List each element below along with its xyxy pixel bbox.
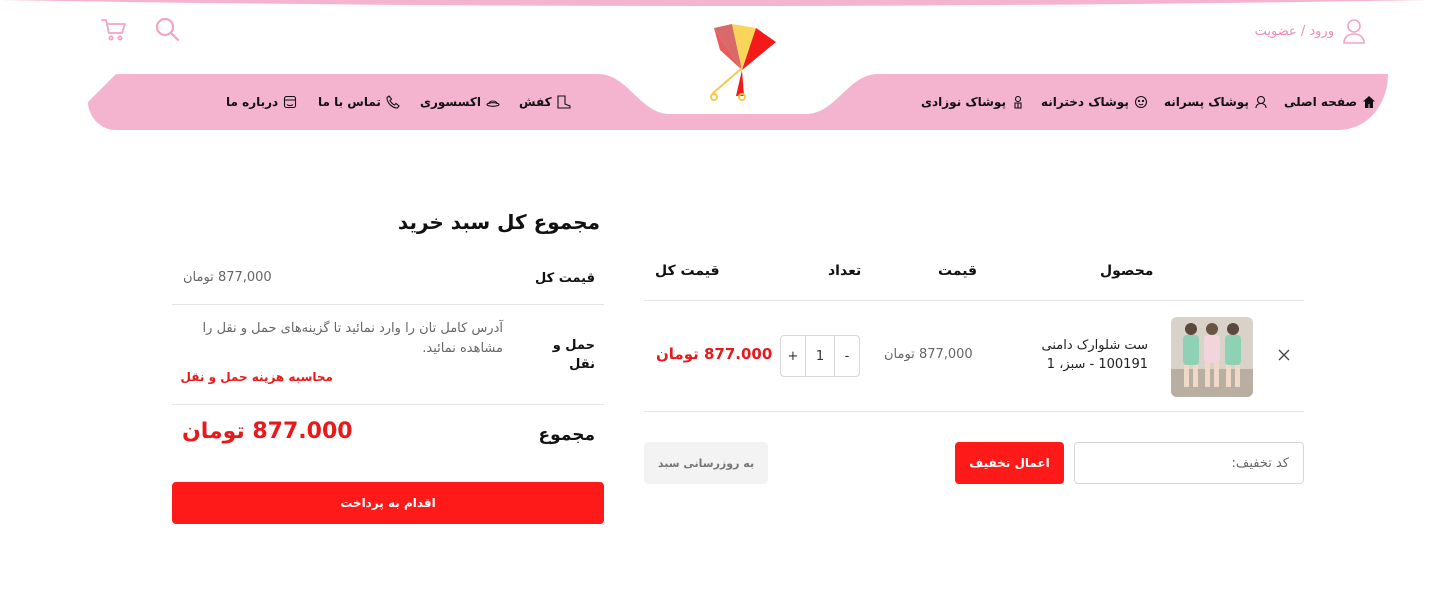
login-register-link[interactable]: ورود / عضویت (1255, 18, 1366, 44)
qty-plus-button[interactable]: + (781, 336, 805, 376)
nav-item-accessories[interactable]: اکسسوری (420, 92, 500, 112)
update-cart-button[interactable]: به روزرسانی سبد (644, 442, 768, 484)
nav-item-girls[interactable]: پوشاک دخترانه (1041, 92, 1148, 112)
divider (172, 404, 604, 405)
nav-item-label: صفحه اصلی (1284, 95, 1358, 109)
store-icon (284, 95, 297, 109)
product-name-link[interactable]: ست شلوارک دامنی 100191 - سبز، 1 (1018, 336, 1148, 374)
divider (172, 304, 604, 305)
nav-item-about[interactable]: درباره ما (226, 92, 297, 112)
nav-item-baby[interactable]: پوشاک نوزادی (921, 92, 1025, 112)
cart-icon[interactable] (100, 16, 128, 44)
coupon-input[interactable] (1074, 442, 1304, 484)
grand-total-value: 877.000 تومان (182, 419, 353, 444)
phone-icon (386, 95, 400, 109)
user-icon (1343, 19, 1365, 44)
calculate-shipping-link[interactable]: محاسبه هزینه حمل و نقل (181, 370, 333, 384)
boy-icon (1255, 95, 1267, 109)
divider (644, 411, 1304, 412)
nav-item-contact[interactable]: تماس با ما (318, 92, 400, 112)
hat-icon (486, 100, 500, 107)
cart-totals-title: مجموع کل سبد خرید (397, 210, 600, 234)
login-label: ورود / عضویت (1254, 23, 1334, 39)
nav-item-label: کفش (519, 95, 552, 109)
boot-icon (557, 95, 571, 109)
col-header-product: محصول (1100, 263, 1154, 279)
nav-item-label: اکسسوری (420, 95, 481, 109)
qty-value[interactable]: 1 (805, 336, 835, 376)
line-total: 877.000 تومان (656, 345, 773, 363)
product-thumbnail[interactable] (1171, 317, 1253, 397)
nav-item-shoes[interactable]: کفش (519, 92, 571, 112)
logo-pinwheel[interactable] (706, 20, 782, 104)
nav-item-label: تماس با ما (318, 95, 381, 109)
total-label: مجموع (538, 425, 595, 445)
baby-icon (1014, 95, 1022, 109)
close-icon[interactable] (1276, 347, 1292, 363)
nav-item-label: درباره ما (226, 95, 279, 109)
top-decor-arc (0, 0, 1430, 6)
qty-minus-button[interactable]: - (835, 336, 859, 376)
subtotal-value: 877,000 تومان (183, 270, 272, 285)
home-icon (1363, 96, 1376, 108)
subtotal-label: قیمت کل (535, 271, 595, 286)
apply-coupon-button[interactable]: اعمال تخفیف (955, 442, 1064, 484)
nav-item-label: پوشاک دخترانه (1041, 95, 1129, 109)
quantity-stepper: + 1 - (780, 335, 860, 377)
nav-item-boys[interactable]: پوشاک پسرانه (1164, 92, 1268, 112)
unit-price: 877,000 تومان (884, 347, 973, 362)
col-header-price: قیمت (938, 263, 978, 279)
search-icon[interactable] (152, 14, 182, 44)
nav-item-label: پوشاک نوزادی (921, 95, 1007, 109)
checkout-button[interactable]: اقدام به پرداخت (172, 482, 604, 524)
nav-item-home[interactable]: صفحه اصلی (1284, 92, 1376, 112)
divider (644, 300, 1304, 301)
nav-item-label: پوشاک پسرانه (1164, 95, 1249, 109)
shipping-label: حمل و نقل (552, 338, 595, 372)
col-header-total: قیمت کل (655, 263, 720, 279)
shipping-note: آدرس کامل تان را وارد نمائید تا گزینه‌ها… (202, 321, 503, 356)
girl-icon (1134, 95, 1147, 109)
col-header-quantity: تعداد (828, 263, 862, 279)
